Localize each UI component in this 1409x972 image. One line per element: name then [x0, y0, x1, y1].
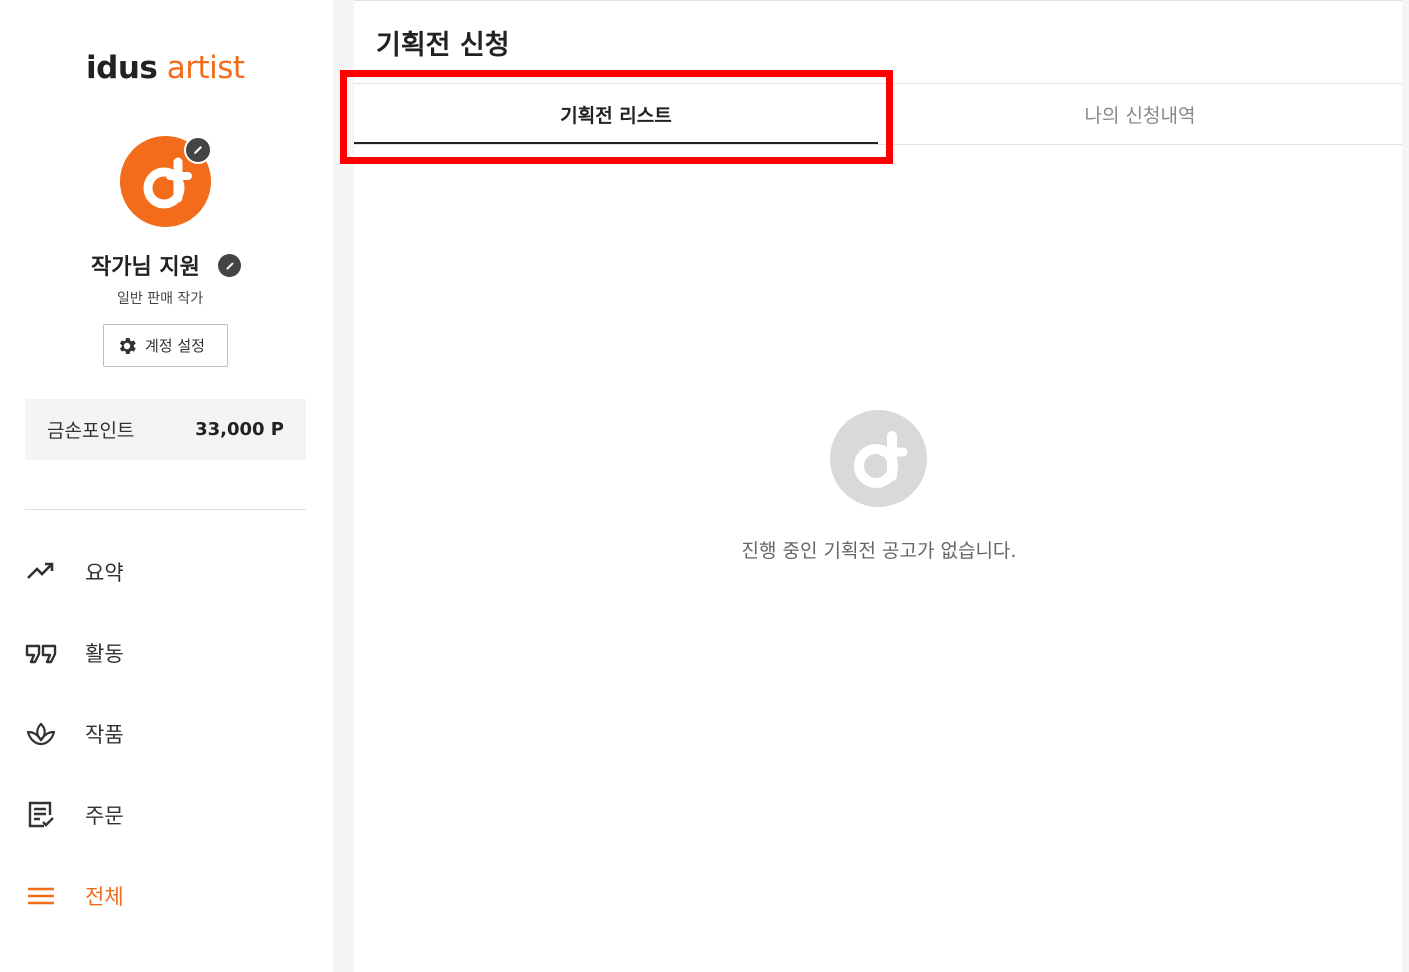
sidebar-item-label: 전체 — [85, 885, 124, 909]
profile-name: 작가님 지원 — [91, 255, 200, 280]
sidebar-item-all[interactable]: 전체 — [25, 874, 306, 918]
logo-artist-text: artist — [157, 50, 245, 86]
logo-idus-text: idus — [86, 50, 158, 86]
gear-icon — [116, 335, 138, 357]
page-title: 기획전 신청 — [376, 30, 510, 61]
account-settings-label: 계정 설정 — [145, 337, 205, 355]
idus-artist-logo[interactable]: idus artist — [86, 50, 245, 86]
quote-icon — [25, 637, 57, 669]
sidebar-item-activity[interactable]: 활동 — [25, 631, 306, 675]
sidebar-item-label: 작품 — [85, 723, 124, 747]
pencil-icon — [225, 261, 234, 270]
tab-my-applications[interactable]: 나의 신청내역 — [878, 84, 1402, 144]
profile-type: 일반 판매 작가 — [117, 291, 204, 307]
empty-state-logo-icon — [830, 410, 927, 507]
sidebar-item-label: 활동 — [85, 642, 124, 666]
points-label: 금손포인트 — [47, 420, 135, 442]
sidebar-item-products[interactable]: 작품 — [25, 712, 306, 756]
account-settings-button[interactable]: 계정 설정 — [103, 324, 228, 367]
avatar-edit-button[interactable] — [184, 136, 212, 164]
plant-icon — [25, 718, 57, 750]
sidebar-divider — [25, 509, 306, 510]
tabs-bottom-divider — [354, 144, 1402, 145]
menu-icon — [25, 880, 57, 912]
sidebar-item-label: 주문 — [85, 804, 124, 828]
sidebar-item-orders[interactable]: 주문 — [25, 793, 306, 837]
pencil-icon — [194, 146, 202, 154]
scrollbar-track[interactable] — [1402, 0, 1409, 972]
sidebar: idus artist 작가님 지원 일반 판매 작가 계정 설정 금손포인트 … — [0, 0, 333, 972]
empty-state-message: 진행 중인 기획전 공고가 없습니다. — [741, 540, 1017, 562]
tab-exhibition-list[interactable]: 기획전 리스트 — [354, 84, 878, 144]
order-list-icon — [25, 799, 57, 831]
points-card: 금손포인트 33,000 P — [25, 399, 306, 460]
name-edit-button[interactable] — [218, 254, 241, 277]
points-value: 33,000 P — [195, 419, 284, 440]
